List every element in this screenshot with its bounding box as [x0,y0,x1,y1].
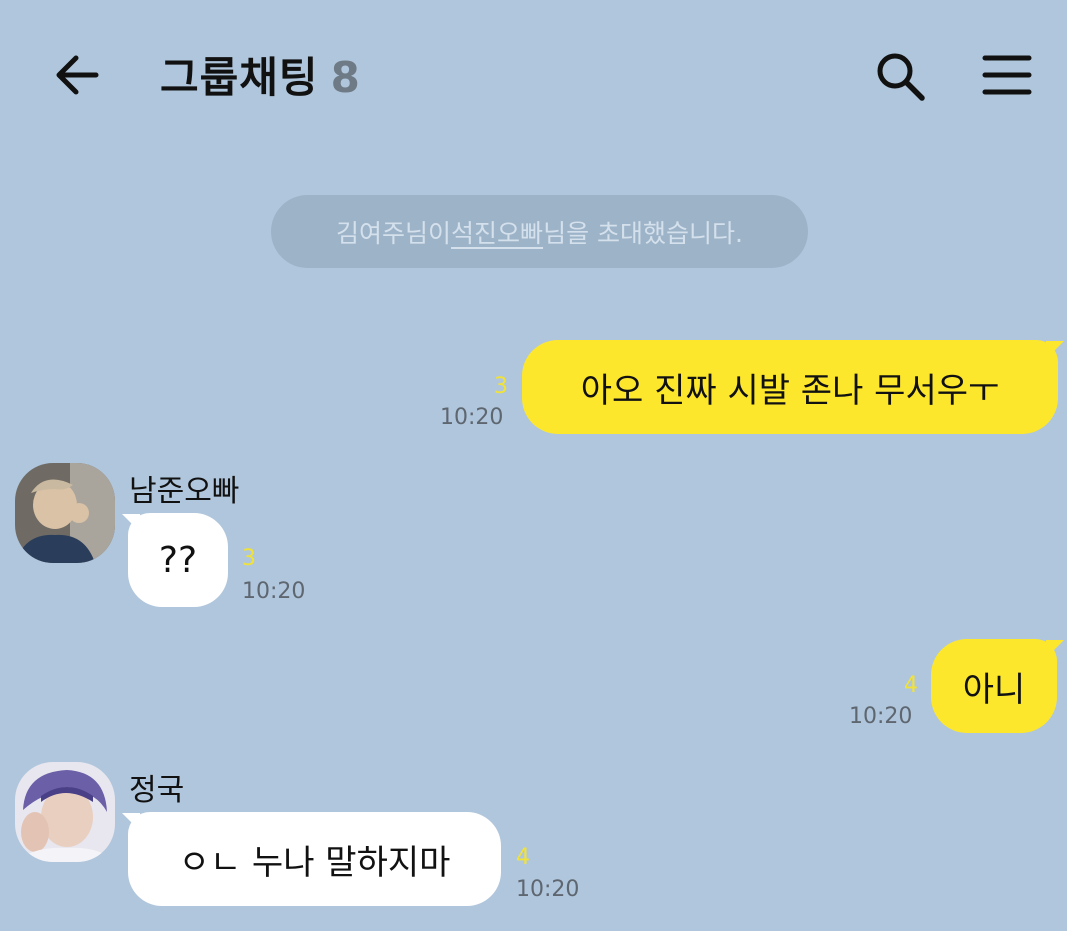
sender-name: 남준오빠 [129,474,240,509]
message-text: 아오 진짜 시발 존나 무서우ㅜ [580,370,1000,411]
bubble-tail [1046,341,1064,359]
chat-title-text: 그룹채팅 [160,53,319,102]
profile-photo-image [15,762,115,862]
system-notice: 김여주님이 석진오빠 님을 초대했습니다. [271,195,808,268]
avatar[interactable] [15,762,115,862]
notice-invitee-link[interactable]: 석진오빠 [451,214,543,250]
message-text: ㅇㄴ 누나 말하지마 [178,842,451,883]
member-count: 8 [330,53,361,102]
unread-count: 4 [904,673,918,698]
avatar[interactable] [15,463,115,563]
back-arrow-icon [56,55,99,95]
profile-photo-image [15,463,115,563]
search-button[interactable] [872,48,930,106]
unread-count: 4 [516,845,530,870]
message-time: 10:20 [516,877,580,902]
menu-button[interactable] [980,50,1034,100]
bubble-tail [1046,640,1064,658]
menu-icon [982,55,1032,95]
sender-name: 정국 [129,773,185,808]
notice-suffix: 님을 초대했습니다. [543,218,743,248]
their-message-bubble[interactable]: ㅇㄴ 누나 말하지마 [128,812,501,906]
back-button[interactable] [50,48,104,102]
their-message-bubble[interactable]: ?? [128,513,228,607]
message-time: 10:20 [242,579,306,604]
search-icon [877,53,925,101]
my-message-bubble[interactable]: 아니 [931,639,1057,733]
my-message-bubble[interactable]: 아오 진짜 시발 존나 무서우ㅜ [522,340,1058,434]
message-text: ?? [158,539,198,581]
notice-inviter: 김여주님이 [336,218,452,248]
chat-title: 그룹채팅 8 [160,44,361,105]
unread-count: 3 [494,374,508,399]
message-time: 10:20 [440,405,504,430]
unread-count: 3 [242,546,256,571]
message-time: 10:20 [849,704,913,729]
message-text: 아니 [962,669,1026,710]
